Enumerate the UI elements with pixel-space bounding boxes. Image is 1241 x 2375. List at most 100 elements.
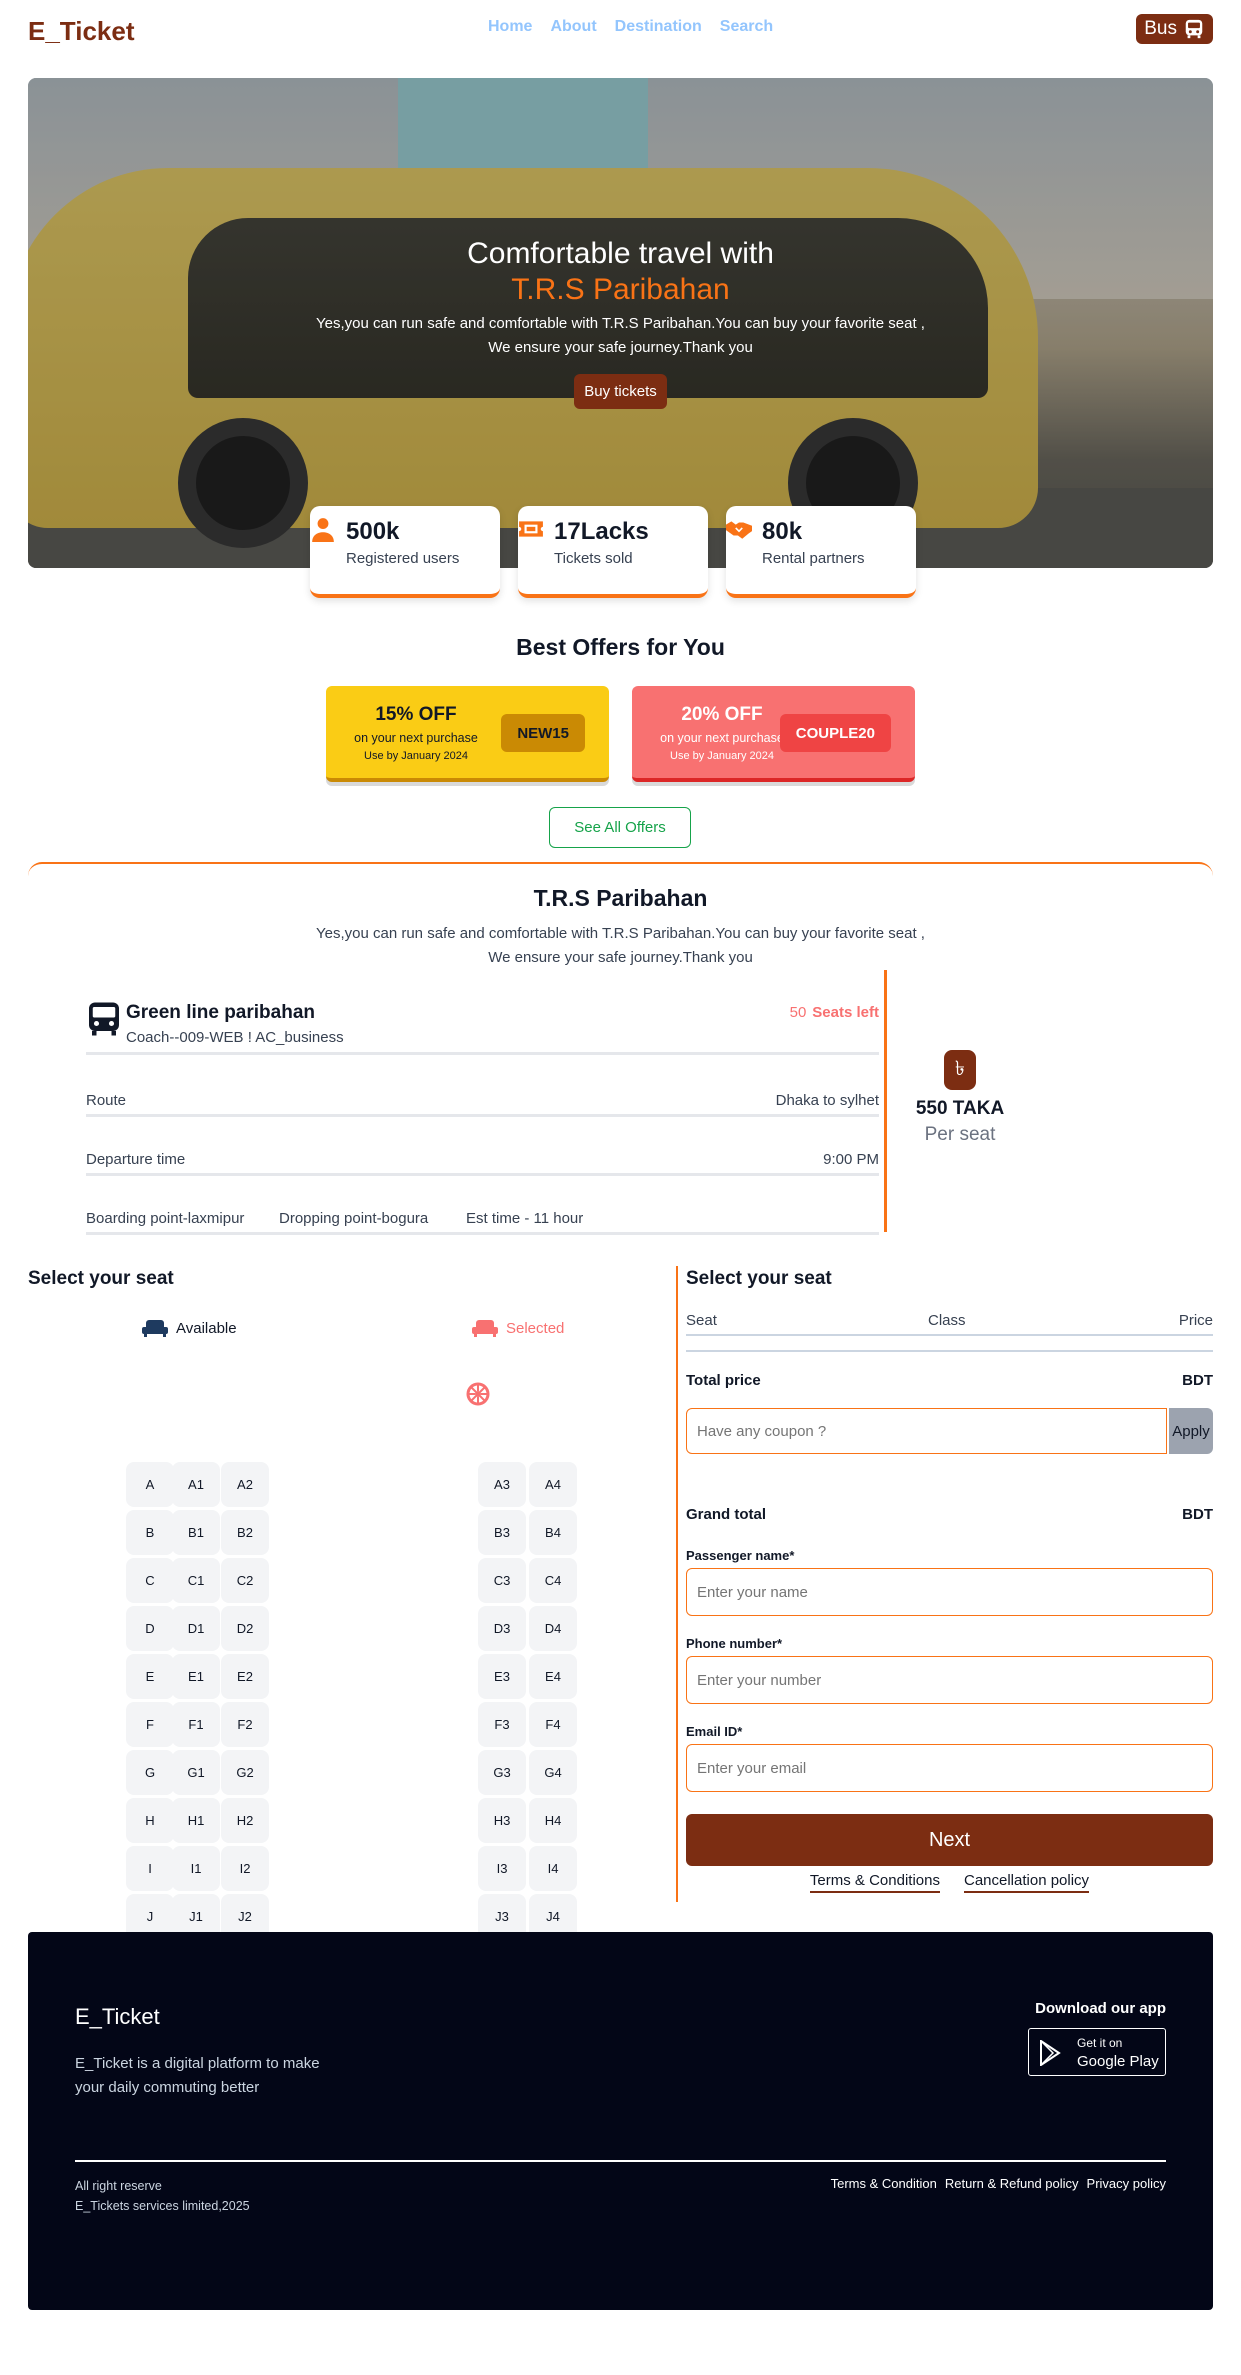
seat-d4[interactable]: D4 bbox=[529, 1606, 577, 1651]
nav-destination[interactable]: Destination bbox=[615, 18, 702, 36]
cancellation-link[interactable]: Cancellation policy bbox=[963, 1872, 1090, 1893]
stat-label: Rental partners bbox=[762, 550, 865, 567]
per-seat-label: Per seat bbox=[924, 1124, 996, 1145]
email-input[interactable] bbox=[686, 1744, 1213, 1792]
seat-f3[interactable]: F3 bbox=[478, 1702, 526, 1747]
seat-c1[interactable]: C1 bbox=[172, 1558, 220, 1603]
seat-c3[interactable]: C3 bbox=[478, 1558, 526, 1603]
seat-b1[interactable]: B1 bbox=[172, 1510, 220, 1555]
apply-button[interactable]: Apply bbox=[1169, 1408, 1213, 1454]
seat-h4[interactable]: H4 bbox=[529, 1798, 577, 1843]
top-nav: E_Ticket Home About Destination Search B… bbox=[28, 14, 1213, 54]
seat-e[interactable]: E bbox=[126, 1654, 174, 1699]
see-all-offers-button[interactable]: See All Offers bbox=[549, 807, 691, 848]
seat-c4[interactable]: C4 bbox=[529, 1558, 577, 1603]
seat-c2[interactable]: C2 bbox=[221, 1558, 269, 1603]
seat-e1[interactable]: E1 bbox=[172, 1654, 220, 1699]
brand-logo[interactable]: E_Ticket bbox=[28, 16, 134, 47]
stat-value: 17Lacks bbox=[554, 518, 649, 545]
offer-code[interactable]: NEW15 bbox=[501, 714, 585, 752]
seat-g3[interactable]: G3 bbox=[478, 1750, 526, 1795]
nav-search[interactable]: Search bbox=[720, 18, 773, 36]
seat-h[interactable]: H bbox=[126, 1798, 174, 1843]
seat-d3[interactable]: D3 bbox=[478, 1606, 526, 1651]
footer-link-terms[interactable]: Terms & Condition bbox=[831, 2176, 937, 2191]
seat-d1[interactable]: D1 bbox=[172, 1606, 220, 1651]
bus-button-label: Bus bbox=[1144, 18, 1177, 39]
seat-g2[interactable]: G2 bbox=[221, 1750, 269, 1795]
seat-h3[interactable]: H3 bbox=[478, 1798, 526, 1843]
seat-c[interactable]: C bbox=[126, 1558, 174, 1603]
seat-i4[interactable]: I4 bbox=[529, 1846, 577, 1891]
coupon-input[interactable] bbox=[686, 1408, 1167, 1454]
divider bbox=[86, 1114, 879, 1117]
seat-a2[interactable]: A2 bbox=[221, 1462, 269, 1507]
seat-a4[interactable]: A4 bbox=[529, 1462, 577, 1507]
seats-left-count: 50 bbox=[789, 1004, 807, 1021]
footer-logo[interactable]: E_Ticket bbox=[75, 2004, 160, 2030]
seat-i3[interactable]: I3 bbox=[478, 1846, 526, 1891]
offer-code[interactable]: COUPLE20 bbox=[779, 714, 891, 752]
seat-f1[interactable]: F1 bbox=[172, 1702, 220, 1747]
seat-g[interactable]: G bbox=[126, 1750, 174, 1795]
footer-link-privacy[interactable]: Privacy policy bbox=[1087, 2176, 1166, 2191]
seat-selected-icon bbox=[472, 1320, 498, 1337]
offer-title: 15% OFF bbox=[375, 704, 457, 725]
seat-f[interactable]: F bbox=[126, 1702, 174, 1747]
google-play-button[interactable]: Get it on Google Play bbox=[1028, 2028, 1166, 2076]
buy-tickets-button[interactable]: Buy tickets bbox=[574, 374, 667, 409]
seat-d[interactable]: D bbox=[126, 1606, 174, 1651]
seat-f2[interactable]: F2 bbox=[221, 1702, 269, 1747]
seat-i[interactable]: I bbox=[126, 1846, 174, 1891]
seat-b4[interactable]: B4 bbox=[529, 1510, 577, 1555]
seat-h2[interactable]: H2 bbox=[221, 1798, 269, 1843]
taka-icon: ৳ bbox=[944, 1050, 976, 1090]
seat-a[interactable]: A bbox=[126, 1462, 174, 1507]
phone-input[interactable] bbox=[686, 1656, 1213, 1704]
ticket-icon bbox=[519, 521, 543, 537]
summary-title: Select your seat bbox=[686, 1268, 832, 1289]
user-icon bbox=[312, 518, 334, 542]
col-seat: Seat bbox=[686, 1312, 717, 1329]
seat-g1[interactable]: G1 bbox=[172, 1750, 220, 1795]
next-button[interactable]: Next bbox=[686, 1814, 1213, 1866]
total-price-value: BDT bbox=[1182, 1372, 1213, 1389]
seat-e2[interactable]: E2 bbox=[221, 1654, 269, 1699]
play-store-icon bbox=[1040, 2040, 1061, 2066]
total-price-row: Total price BDT bbox=[686, 1372, 1213, 1389]
seat-e4[interactable]: E4 bbox=[529, 1654, 577, 1699]
seat-b3[interactable]: B3 bbox=[478, 1510, 526, 1555]
seat-g4[interactable]: G4 bbox=[529, 1750, 577, 1795]
boarding-point: Boarding point-laxmipur bbox=[86, 1210, 245, 1227]
offer-subtitle: on your next purchase bbox=[354, 731, 478, 745]
email-label: Email ID* bbox=[686, 1724, 743, 1739]
hero-banner: Comfortable travel with T.R.S Paribahan … bbox=[28, 78, 1213, 568]
seat-i2[interactable]: I2 bbox=[221, 1846, 269, 1891]
seat-e3[interactable]: E3 bbox=[478, 1654, 526, 1699]
bus-coach: Coach--009-WEB ! AC_business bbox=[126, 1029, 344, 1046]
seats-left-label: Seats left bbox=[812, 1004, 879, 1021]
seat-b[interactable]: B bbox=[126, 1510, 174, 1555]
nav-home[interactable]: Home bbox=[488, 18, 532, 36]
seat-a1[interactable]: A1 bbox=[172, 1462, 220, 1507]
bus-icon bbox=[89, 1002, 119, 1036]
seat-i1[interactable]: I1 bbox=[172, 1846, 220, 1891]
operator-description: Yes,you can run safe and comfortable wit… bbox=[0, 922, 1241, 970]
operator-desc-line: Yes,you can run safe and comfortable wit… bbox=[316, 925, 925, 942]
hero-desc-line: Yes,you can run safe and comfortable wit… bbox=[316, 315, 925, 332]
terms-link[interactable]: Terms & Conditions bbox=[809, 1872, 940, 1893]
seat-f4[interactable]: F4 bbox=[529, 1702, 577, 1747]
footer-links: Terms & Condition Return & Refund policy… bbox=[831, 2176, 1166, 2191]
seats-left: 50 Seats left bbox=[790, 1004, 879, 1021]
nav-about[interactable]: About bbox=[550, 18, 596, 36]
bus-button[interactable]: Bus bbox=[1136, 14, 1213, 44]
passenger-name-input[interactable] bbox=[686, 1568, 1213, 1616]
bus-icon bbox=[1185, 19, 1203, 39]
seat-a3[interactable]: A3 bbox=[478, 1462, 526, 1507]
footer-link-refund[interactable]: Return & Refund policy bbox=[945, 2176, 1079, 2191]
seat-b2[interactable]: B2 bbox=[221, 1510, 269, 1555]
seat-h1[interactable]: H1 bbox=[172, 1798, 220, 1843]
passenger-name-label: Passenger name* bbox=[686, 1548, 795, 1563]
operator-desc-line: We ensure your safe journey.Thank you bbox=[488, 949, 753, 966]
seat-d2[interactable]: D2 bbox=[221, 1606, 269, 1651]
